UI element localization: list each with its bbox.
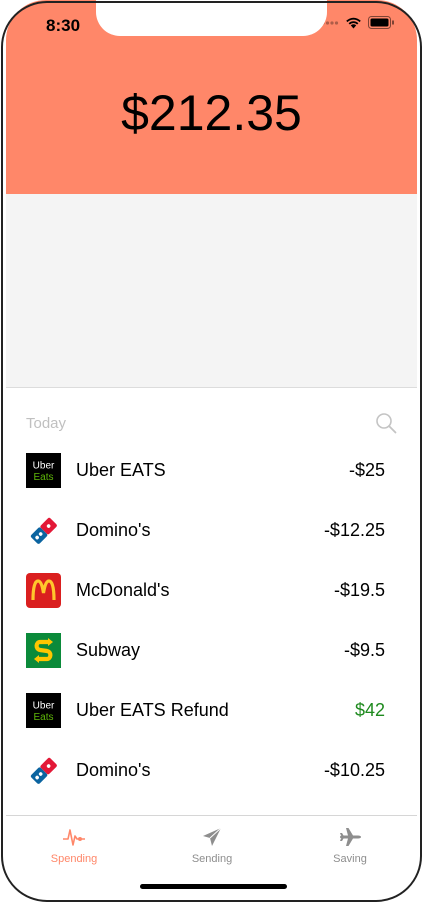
transaction-amount: -$9.5 <box>343 639 385 660</box>
transaction-amount: -$10.25 <box>323 759 385 780</box>
transaction-row[interactable]: Uber Eats Uber EATS Refund $42 <box>26 680 385 740</box>
transactions-list: Today Uber Eats Uber EATS -$25 Domino's … <box>6 388 417 815</box>
list-section-header: Today <box>26 412 397 436</box>
transaction-amount: $42 <box>354 699 385 720</box>
status-time: 8:30 <box>46 16 81 35</box>
device-notch <box>96 0 327 36</box>
merchant-name: Domino's <box>76 759 151 780</box>
tab-bar: Spending Sending Saving <box>6 815 417 876</box>
spending-chart-area <box>6 194 417 388</box>
uber-logo-text: Uber <box>33 700 55 711</box>
tab-label: Saving <box>333 853 367 865</box>
section-title: Today <box>26 415 67 432</box>
paper-plane-icon <box>203 827 222 846</box>
tab-saving[interactable]: Saving <box>300 824 400 865</box>
subway-logo <box>26 632 61 668</box>
home-indicator[interactable] <box>140 884 287 889</box>
tab-label: Sending <box>191 853 233 865</box>
transaction-row[interactable]: Subway -$9.5 <box>26 620 385 680</box>
uber-eats-logo: Uber Eats <box>26 452 61 488</box>
merchant-name: Domino's <box>76 519 151 540</box>
dominos-logo <box>26 513 61 548</box>
status-icons <box>321 16 395 29</box>
pulse-icon <box>63 829 85 846</box>
transaction-row[interactable]: Domino's -$10.25 <box>26 740 385 800</box>
transaction-rows: Uber Eats Uber EATS -$25 Domino's -$12.2… <box>26 440 385 800</box>
airplane-icon <box>340 828 361 846</box>
tab-label: Spending <box>50 853 98 865</box>
balance-amount: $212.35 <box>121 85 302 141</box>
mcdonalds-logo <box>26 572 61 608</box>
device-screen: 8:30 $212.35 Today Uber Eats Uber EATS -… <box>0 0 423 903</box>
eats-logo-text: Eats <box>33 712 53 723</box>
merchant-name: Uber EATS Refund <box>76 699 229 720</box>
transaction-amount: -$12.25 <box>323 519 385 540</box>
transaction-amount: -$19.5 <box>333 579 385 600</box>
uber-logo-text: Uber <box>33 460 55 471</box>
battery-icon <box>368 16 394 29</box>
wifi-icon <box>346 17 361 29</box>
transaction-amount: -$25 <box>348 459 385 480</box>
dominos-logo <box>26 753 61 788</box>
merchant-name: Subway <box>76 639 141 660</box>
tab-spending[interactable]: Spending <box>24 824 124 865</box>
search-button[interactable] <box>375 412 397 434</box>
merchant-name: McDonald's <box>76 579 170 600</box>
transaction-row[interactable]: Domino's -$12.25 <box>26 500 385 560</box>
magnifier-icon <box>376 413 397 434</box>
uber-eats-logo: Uber Eats <box>26 692 61 728</box>
merchant-name: Uber EATS <box>76 459 166 480</box>
transaction-row[interactable]: Uber Eats Uber EATS -$25 <box>26 440 385 500</box>
eats-logo-text: Eats <box>33 472 53 483</box>
tab-sending[interactable]: Sending <box>162 824 262 865</box>
transaction-row[interactable]: McDonald's -$19.5 <box>26 560 385 620</box>
